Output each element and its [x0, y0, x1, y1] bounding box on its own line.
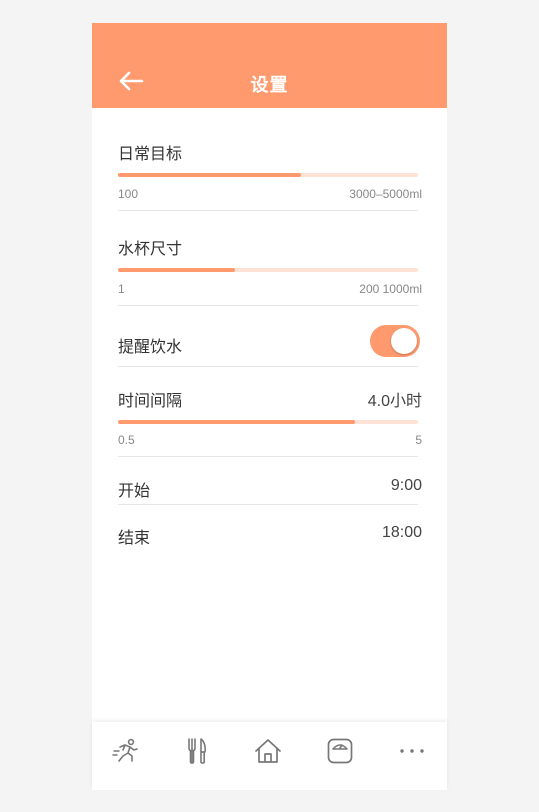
- end-label: 结束: [118, 530, 151, 547]
- cup-size-max: 200 1000ml: [359, 282, 422, 296]
- scale-icon: [327, 738, 353, 764]
- bottom-tab-bar: [92, 722, 447, 790]
- reminder-row: 提醒饮水: [118, 325, 420, 361]
- tab-home[interactable]: [253, 736, 283, 766]
- interval-max: 5: [415, 433, 422, 447]
- divider: [118, 504, 418, 505]
- header-bar: 设置: [92, 23, 447, 108]
- app-screen: 设置 日常目标 100 3000–5000ml 水杯尺寸 1 200 1000m…: [92, 23, 447, 790]
- cup-size-label: 水杯尺寸: [118, 241, 183, 258]
- divider: [118, 210, 418, 211]
- cup-size-min: 1: [118, 282, 125, 296]
- slider-fill: [118, 173, 301, 177]
- slider-fill: [118, 420, 355, 424]
- divider: [118, 456, 418, 457]
- page-title: 设置: [250, 75, 289, 95]
- tab-diet[interactable]: [182, 736, 212, 766]
- tab-running[interactable]: [111, 736, 141, 766]
- toggle-knob: [391, 328, 417, 354]
- interval-label: 时间间隔: [118, 393, 183, 410]
- home-icon: [255, 739, 281, 763]
- interval-min: 0.5: [118, 433, 135, 447]
- end-value: 18:00: [381, 524, 422, 541]
- end-time-row[interactable]: 结束 18:00: [118, 524, 422, 548]
- start-label: 开始: [118, 483, 151, 500]
- start-time-row[interactable]: 开始 9:00: [118, 477, 422, 501]
- slider-fill: [118, 268, 235, 272]
- running-icon: [112, 738, 138, 762]
- tab-scale[interactable]: [325, 736, 355, 766]
- fork-knife-icon: [188, 738, 206, 764]
- slider-track: [118, 420, 418, 424]
- tab-more[interactable]: [397, 736, 427, 766]
- daily-goal-max: 3000–5000ml: [349, 187, 422, 201]
- daily-goal-label: 日常目标: [118, 146, 183, 163]
- more-icon: [400, 749, 424, 753]
- reminder-label: 提醒饮水: [118, 339, 183, 356]
- slider-track: [118, 173, 418, 177]
- daily-goal-min: 100: [118, 187, 139, 201]
- slider-track: [118, 268, 418, 272]
- reminder-toggle[interactable]: [370, 325, 420, 357]
- interval-value: 4.0小时: [367, 393, 422, 410]
- divider: [118, 305, 418, 306]
- divider: [118, 366, 418, 367]
- start-value: 9:00: [390, 477, 422, 494]
